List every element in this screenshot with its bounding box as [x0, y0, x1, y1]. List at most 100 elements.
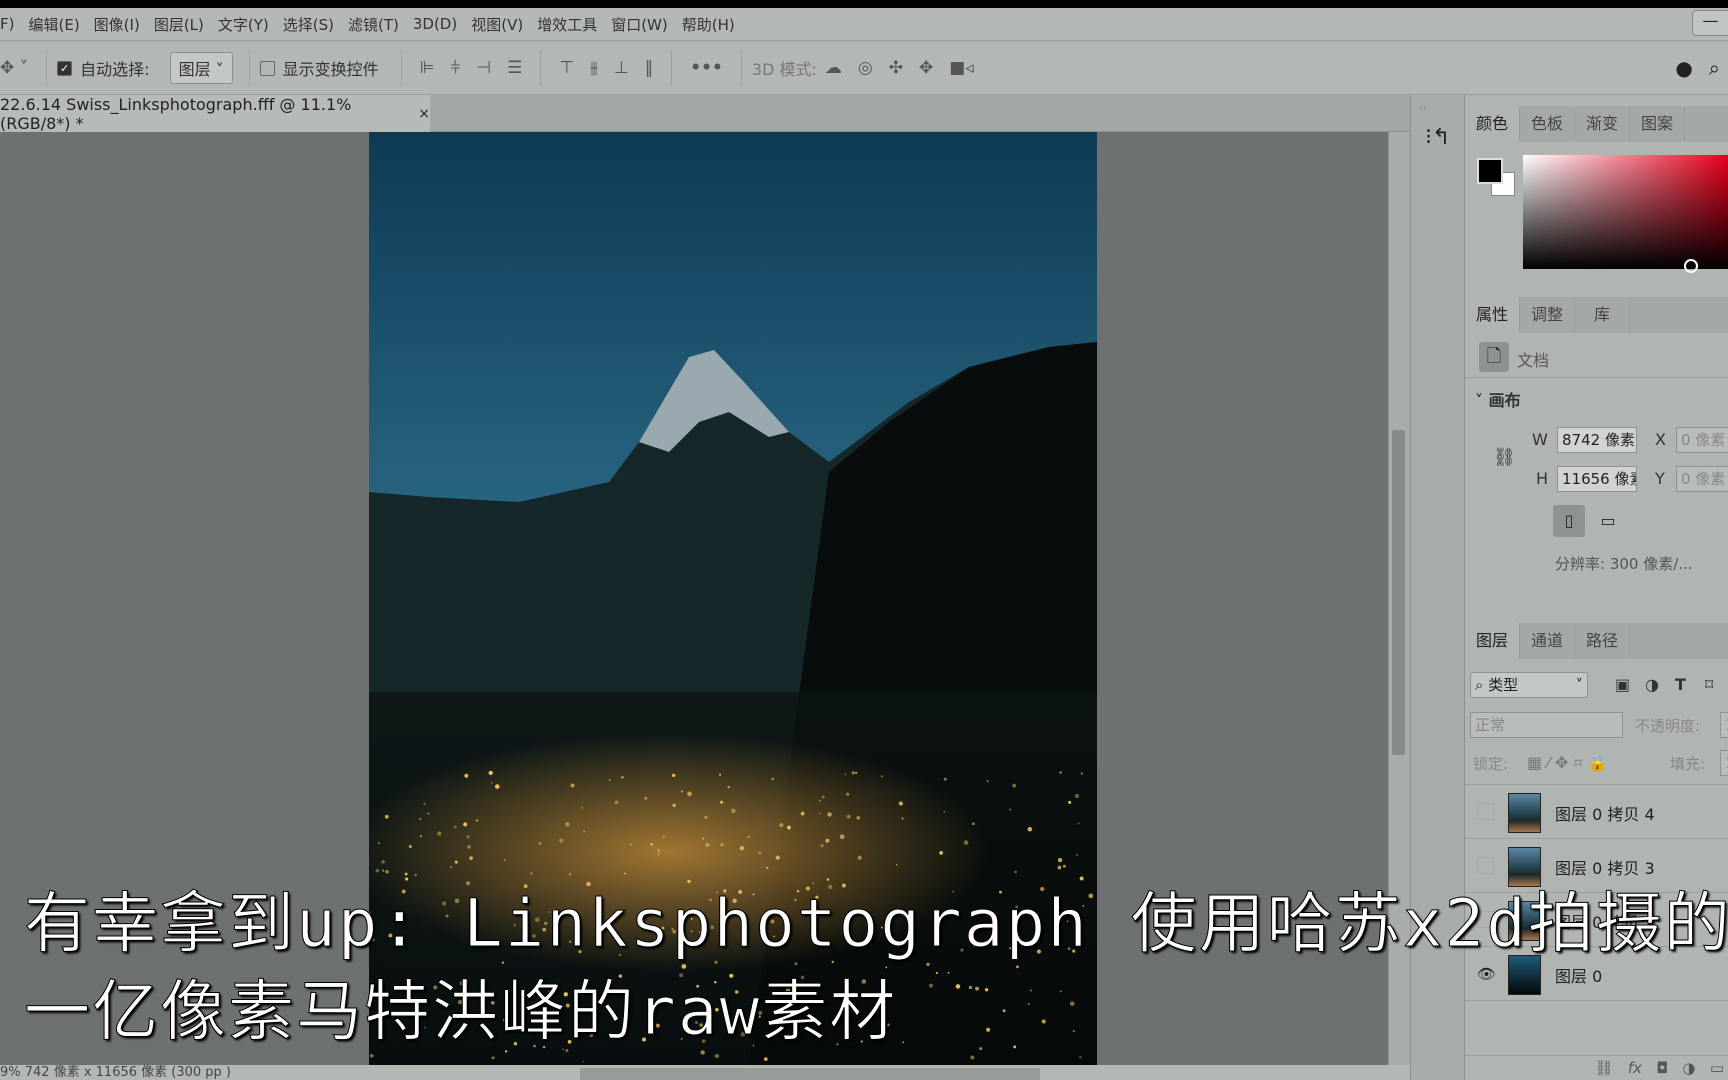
link-layers-icon[interactable]: ⛓	[1594, 1059, 1613, 1077]
new-group-icon[interactable]: ▭	[1710, 1059, 1724, 1077]
menu-select[interactable]: 选择(S)	[283, 14, 334, 35]
fx-icon[interactable]: fx	[1628, 1059, 1642, 1077]
portrait-orientation-button[interactable]: ▯	[1553, 505, 1585, 537]
layer-name: 图层 0 拷贝 3	[1555, 859, 1655, 878]
auto-select-value: 图层	[178, 60, 211, 79]
town-light	[758, 851, 762, 855]
menu-3d[interactable]: 3D(D)	[413, 15, 457, 33]
vertical-scroll-thumb[interactable]	[1392, 430, 1405, 755]
menu-plugins[interactable]: 增效工具	[537, 14, 597, 35]
layer-row[interactable]: 图层 0 拷贝 4	[1465, 785, 1728, 839]
town-light	[450, 866, 453, 869]
town-light	[608, 779, 611, 781]
layer-filter-dropdown[interactable]: ⌕ 类型 ˅	[1470, 672, 1588, 698]
add-mask-icon[interactable]: ◘	[1656, 1059, 1668, 1077]
visibility-toggle[interactable]	[1477, 803, 1494, 820]
document-icon: 🗋	[1479, 342, 1509, 372]
divider	[400, 50, 402, 86]
color-picker-field[interactable]	[1523, 155, 1728, 269]
tab-gradients[interactable]: 渐变	[1575, 106, 1630, 142]
show-transform-checkbox[interactable]	[259, 60, 275, 76]
town-light	[1009, 808, 1012, 811]
show-transform-label: 显示变换控件	[282, 60, 379, 79]
town-light	[644, 796, 648, 800]
learn-icon[interactable]: ●	[1675, 56, 1692, 80]
menu-window[interactable]: 窗口(W)	[611, 14, 668, 35]
tab-paths[interactable]: 路径	[1575, 623, 1630, 659]
minimize-button[interactable]: —	[1692, 10, 1728, 36]
tab-properties[interactable]: 属性	[1465, 297, 1520, 333]
auto-select-dropdown[interactable]: 图层 ˅	[169, 52, 233, 84]
color-picker-cursor[interactable]	[1684, 259, 1698, 273]
align-left-icon[interactable]: ⊫	[420, 58, 435, 78]
town-light	[630, 843, 633, 846]
landscape-orientation-button[interactable]: ▭	[1592, 505, 1624, 537]
x-field[interactable]: 0 像素	[1676, 427, 1728, 453]
menu-help[interactable]: 帮助(H)	[682, 14, 735, 35]
3d-pan-icon[interactable]: ✣	[889, 58, 903, 78]
town-light	[583, 830, 585, 833]
filter-type-icon[interactable]: T	[1675, 675, 1686, 694]
filter-pixel-icon[interactable]: ▣	[1615, 675, 1630, 694]
town-light	[1057, 857, 1063, 863]
distribute-v-icon[interactable]: ‖	[645, 58, 654, 78]
tab-color[interactable]: 颜色	[1465, 106, 1520, 142]
history-icon[interactable]: ⁝↰	[1425, 125, 1450, 150]
align-center-h-icon[interactable]: ⫩	[451, 58, 461, 78]
horizontal-scroll-thumb[interactable]	[580, 1068, 1040, 1080]
tab-patterns[interactable]: 图案	[1630, 106, 1685, 142]
fill-field[interactable]: 1	[1720, 750, 1728, 776]
town-light	[820, 844, 824, 848]
3d-slide-icon[interactable]: ✥	[919, 58, 933, 78]
width-field[interactable]: 8742 像素	[1557, 427, 1637, 453]
align-bottom-icon[interactable]: ⊥	[614, 58, 629, 78]
distribute-icon[interactable]: ☰	[507, 58, 522, 78]
town-light	[963, 840, 969, 845]
divider	[46, 50, 48, 86]
close-tab-icon[interactable]: ×	[418, 106, 430, 122]
filter-shape-icon[interactable]: ⌑	[1705, 675, 1713, 694]
align-right-icon[interactable]: ⊣	[476, 58, 491, 78]
opacity-field[interactable]: 1	[1720, 712, 1728, 738]
filter-adjustment-icon[interactable]: ◑	[1645, 675, 1659, 694]
lock-icons[interactable]: ▦ ⁄ ✥ ⌗ 🔒	[1527, 753, 1607, 773]
auto-select-checkbox[interactable]: ✓	[57, 60, 73, 76]
layers-footer: ⛓ fx ◘ ◑ ▭	[1465, 1055, 1728, 1080]
canvas-section-toggle[interactable]: ˅ 画布	[1475, 387, 1521, 411]
town-light	[731, 808, 736, 814]
menu-image[interactable]: 图像(I)	[94, 14, 140, 35]
link-dimensions-icon[interactable]: ⛓	[1493, 447, 1516, 468]
3d-orbit-icon[interactable]: ☁	[825, 58, 842, 78]
more-options-button[interactable]: •••	[690, 58, 723, 78]
tab-layers[interactable]: 图层	[1465, 623, 1520, 659]
move-tool-icon[interactable]: ✥ ˅	[0, 58, 28, 78]
town-light	[825, 838, 830, 843]
tab-libraries[interactable]: 库	[1575, 297, 1630, 333]
town-light	[775, 855, 780, 860]
align-middle-v-icon[interactable]: ⫵	[590, 58, 598, 78]
search-icon[interactable]: ⌕	[1709, 56, 1720, 80]
menu-filter[interactable]: 滤镜(T)	[348, 14, 399, 35]
menu-type[interactable]: 文字(Y)	[218, 14, 269, 35]
document-tab[interactable]: 22.6.14 Swiss_Linksphotograph.fff @ 11.1…	[0, 95, 430, 133]
visibility-toggle[interactable]	[1477, 857, 1494, 874]
align-top-icon[interactable]: ⊤	[559, 58, 574, 78]
tab-channels[interactable]: 通道	[1520, 623, 1575, 659]
town-light	[382, 869, 385, 872]
menu-layer[interactable]: 图层(L)	[154, 14, 204, 35]
y-field[interactable]: 0 像素	[1676, 466, 1728, 492]
menu-edit[interactable]: 编辑(E)	[28, 14, 79, 35]
height-field[interactable]: 11656 像素	[1557, 466, 1637, 492]
3d-camera-icon[interactable]: ■◃	[949, 58, 974, 78]
foreground-color-swatch[interactable]	[1477, 158, 1503, 184]
tab-adjustments[interactable]: 调整	[1520, 297, 1575, 333]
new-adjustment-icon[interactable]: ◑	[1682, 1059, 1695, 1077]
collapse-panels-button[interactable]: ‹‹	[1419, 103, 1427, 114]
3d-roll-icon[interactable]: ◎	[858, 58, 873, 78]
blend-mode-dropdown[interactable]: 正常	[1470, 712, 1623, 738]
tab-swatches[interactable]: 色板	[1520, 106, 1575, 142]
menu-file[interactable]: F)	[0, 15, 14, 33]
auto-select-label: 自动选择:	[80, 60, 150, 79]
menu-view[interactable]: 视图(V)	[471, 14, 523, 35]
town-light	[454, 825, 457, 829]
